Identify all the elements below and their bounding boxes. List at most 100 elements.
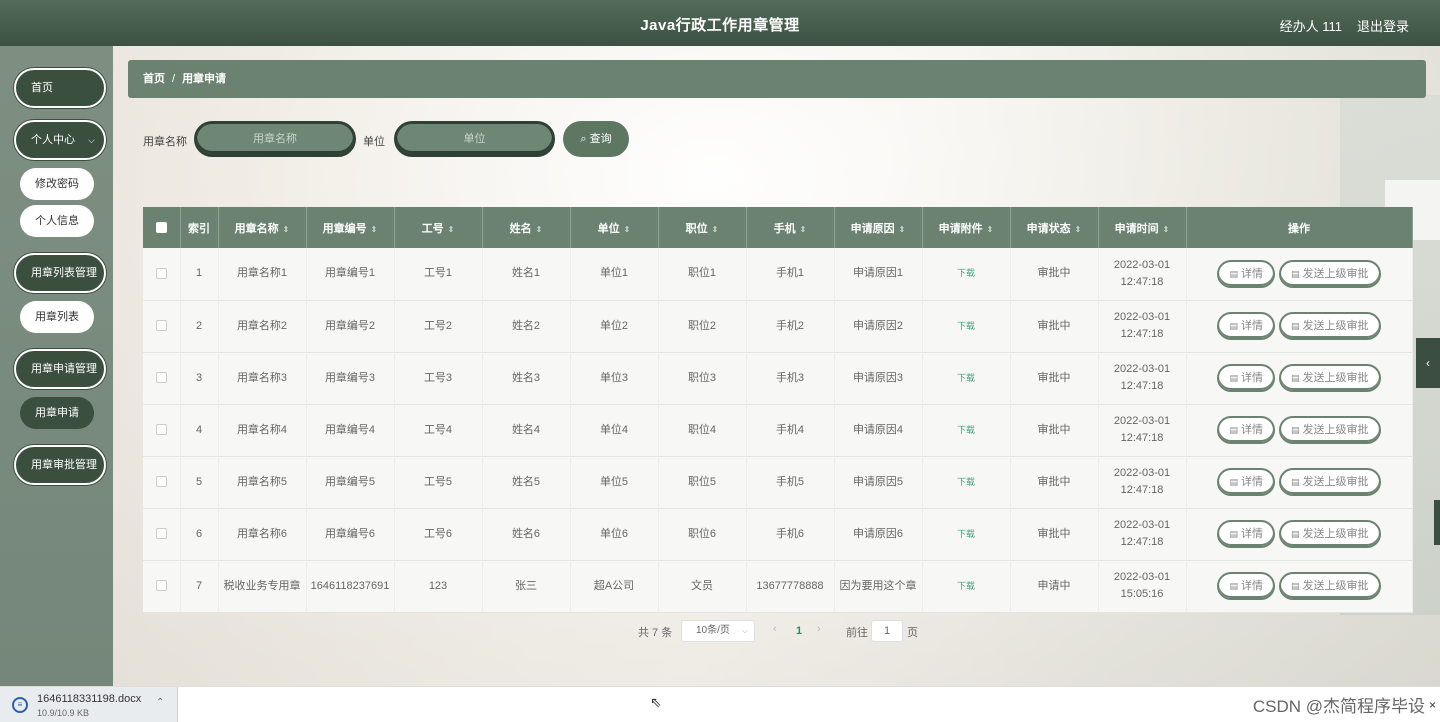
breadcrumb-home[interactable]: 首页 [143,73,165,85]
header-phone[interactable]: 手机 ⇕ [746,207,835,248]
cell-attachment[interactable]: 下载 [922,456,1011,508]
header-label: 姓名 [509,222,532,235]
header-position[interactable]: 职位 ⇕ [658,207,747,248]
header-status[interactable]: 申请状态 ⇕ [1010,207,1099,248]
cell-status: 审批中 [1010,404,1099,456]
sort-icon[interactable]: ⇕ [1075,225,1082,234]
sidebar-item-personal-center[interactable]: 个人中心 ⌵ [14,120,106,160]
cell-attachment[interactable]: 下载 [922,300,1011,352]
search-button[interactable]: ⌕ 查询 [563,121,629,157]
document-icon: ▤ [1291,477,1300,487]
sort-icon[interactable]: ⇕ [1163,225,1170,234]
row-checkbox[interactable] [155,267,167,279]
sort-icon[interactable]: ⇕ [536,225,543,234]
sort-icon[interactable]: ⇕ [448,225,455,234]
document-icon: ▤ [1229,477,1238,487]
sidebar-subitem-change-password[interactable]: 修改密码 [20,168,94,200]
row-select-cell[interactable] [143,248,181,300]
sort-icon[interactable]: ⇕ [371,225,378,234]
row-checkbox[interactable] [155,476,167,488]
prev-page-icon[interactable]: ‹ [773,623,777,635]
cell-phone: 手机3 [746,352,835,404]
send-approval-button[interactable]: ▤ 发送上级审批 [1279,312,1381,340]
header-seal-name[interactable]: 用章名称 ⇕ [218,207,307,248]
document-icon: ▤ [1291,373,1300,383]
header-time[interactable]: 申请时间 ⇕ [1098,207,1187,248]
next-page-icon[interactable]: › [817,623,821,635]
row-checkbox[interactable] [155,580,167,592]
page-number-current[interactable]: 1 [789,620,809,642]
goto-page-input[interactable]: 1 [871,620,903,642]
sort-icon[interactable]: ⇕ [283,225,290,234]
row-checkbox[interactable] [155,424,167,436]
sort-icon[interactable]: ⇕ [899,225,906,234]
header-name[interactable]: 姓名 ⇕ [482,207,571,248]
cell-attachment[interactable]: 下载 [922,352,1011,404]
logout-link[interactable]: 退出登录 [1357,16,1409,35]
sidebar-subitem-personal-info[interactable]: 个人信息 [20,205,94,237]
collapse-handle[interactable]: ‹ [1416,338,1440,388]
sidebar-subitem-seal-list[interactable]: 用章列表 [20,301,94,333]
sort-icon[interactable]: ⇕ [800,225,807,234]
cell-seal-number: 用章编号6 [306,508,395,560]
send-approval-button[interactable]: ▤ 发送上级审批 [1279,468,1381,496]
cell-seal-number: 用章编号3 [306,352,395,404]
seal-name-input[interactable]: 用章名称 [194,121,356,157]
header-reason[interactable]: 申请原因 ⇕ [834,207,923,248]
cell-attachment[interactable]: 下载 [922,248,1011,300]
sidebar-item-home[interactable]: 首页 [14,68,106,108]
download-item[interactable]: ≡ 1646118331198.docx 10.9/10.9 KB ⌃ [0,687,178,722]
cell-phone: 手机5 [746,456,835,508]
scrollbar-thumb[interactable] [1434,500,1440,545]
unit-input[interactable]: 单位 [394,121,555,157]
row-select-cell[interactable] [143,404,181,456]
sidebar-subitem-seal-apply[interactable]: 用章申请 [20,397,94,429]
app-title: Java行政工作用章管理 [640,17,800,34]
sidebar-item-seal-apply-manage[interactable]: 用章申请管理 [14,349,106,389]
sort-icon[interactable]: ⇕ [624,225,631,234]
cell-attachment[interactable]: 下载 [922,508,1011,560]
detail-button[interactable]: ▤ 详情 [1217,259,1275,288]
detail-button[interactable]: ▤ 详情 [1217,416,1275,444]
detail-button[interactable]: ▤ 详情 [1217,572,1275,600]
page-size-select[interactable]: 10条/页 ⌵ [681,620,755,642]
row-select-cell[interactable] [143,560,181,612]
cell-seal-number: 1646118237691 [306,560,395,612]
sidebar-item-seal-approve-manage[interactable]: 用章审批管理 [14,445,106,485]
row-select-cell[interactable] [143,352,181,404]
header-employee-id[interactable]: 工号 ⇕ [394,207,483,248]
row-select-cell[interactable] [143,456,181,508]
cell-status: 审批中 [1010,248,1099,300]
page-size-value: 10条/页 [696,625,730,636]
detail-button[interactable]: ▤ 详情 [1217,468,1275,496]
header-select-all[interactable] [143,207,181,248]
row-checkbox[interactable] [155,528,167,540]
select-all-checkbox[interactable] [155,222,167,234]
send-approval-button[interactable]: ▤ 发送上级审批 [1279,416,1381,444]
sort-icon[interactable]: ⇕ [712,225,719,234]
cell-attachment[interactable]: 下载 [922,404,1011,456]
send-approval-button[interactable]: ▤ 发送上级审批 [1279,259,1381,288]
watermark: CSDN @杰简程序毕设 [1252,697,1425,716]
row-select-cell[interactable] [143,300,181,352]
header-seal-number[interactable]: 用章编号 ⇕ [306,207,395,248]
header-attachment[interactable]: 申请附件 ⇕ [922,207,1011,248]
sidebar-item-seal-list-manage[interactable]: 用章列表管理 [14,253,106,293]
detail-button[interactable]: ▤ 详情 [1217,312,1275,340]
document-icon: ▤ [1229,581,1238,591]
send-approval-button[interactable]: ▤ 发送上级审批 [1279,520,1381,548]
send-approval-button[interactable]: ▤ 发送上级审批 [1279,572,1381,600]
row-checkbox[interactable] [155,372,167,384]
cell-attachment[interactable]: 下载 [922,560,1011,612]
detail-button[interactable]: ▤ 详情 [1217,364,1275,392]
detail-button[interactable]: ▤ 详情 [1217,520,1275,548]
send-approval-button[interactable]: ▤ 发送上级审批 [1279,364,1381,392]
row-select-cell[interactable] [143,508,181,560]
chevron-up-icon[interactable]: ⌃ [156,697,164,708]
row-checkbox[interactable] [155,320,167,332]
close-icon[interactable]: × [1429,698,1436,712]
header-unit[interactable]: 单位 ⇕ [570,207,659,248]
header-label: 用章名称 [234,222,279,235]
detail-button-label: 详情 [1241,528,1263,540]
sort-icon[interactable]: ⇕ [987,225,994,234]
